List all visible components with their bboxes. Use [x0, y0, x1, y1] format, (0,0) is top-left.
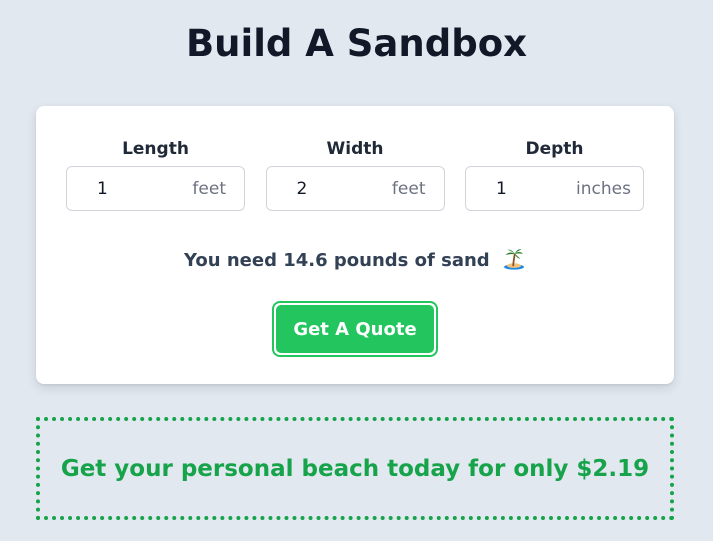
length-input-box[interactable]: feet: [66, 166, 245, 211]
depth-field: Depth inches: [465, 136, 644, 211]
page: Build A Sandbox Length feet Width feet D…: [0, 0, 713, 541]
depth-input[interactable]: [496, 178, 576, 199]
dimension-fields: Length feet Width feet Depth inches: [66, 136, 644, 211]
length-field: Length feet: [66, 136, 245, 211]
width-input-box[interactable]: feet: [265, 166, 445, 211]
width-input[interactable]: [296, 178, 377, 199]
depth-input-box[interactable]: inches: [465, 166, 644, 211]
depth-unit: inches: [576, 178, 631, 199]
length-unit: feet: [192, 178, 226, 199]
sandbox-calculator-card: Length feet Width feet Depth inches: [36, 106, 674, 384]
get-quote-button[interactable]: Get A Quote: [272, 301, 438, 357]
width-label: Width: [326, 139, 384, 159]
width-unit: feet: [391, 178, 426, 199]
palm-tree-island-icon: [502, 246, 526, 270]
page-title: Build A Sandbox: [185, 22, 527, 65]
width-field: Width feet: [265, 136, 445, 211]
sand-result: You need 14.6 pounds of sand: [36, 246, 674, 274]
depth-label: Depth: [525, 139, 584, 159]
get-quote-button-label: Get A Quote: [276, 305, 434, 353]
sand-result-text: You need 14.6 pounds of sand: [184, 250, 490, 271]
promo-text: Get your personal beach today for only $…: [60, 455, 650, 482]
promo-banner: Get your personal beach today for only $…: [36, 417, 674, 520]
length-label: Length: [122, 139, 189, 159]
length-input[interactable]: [97, 178, 177, 199]
